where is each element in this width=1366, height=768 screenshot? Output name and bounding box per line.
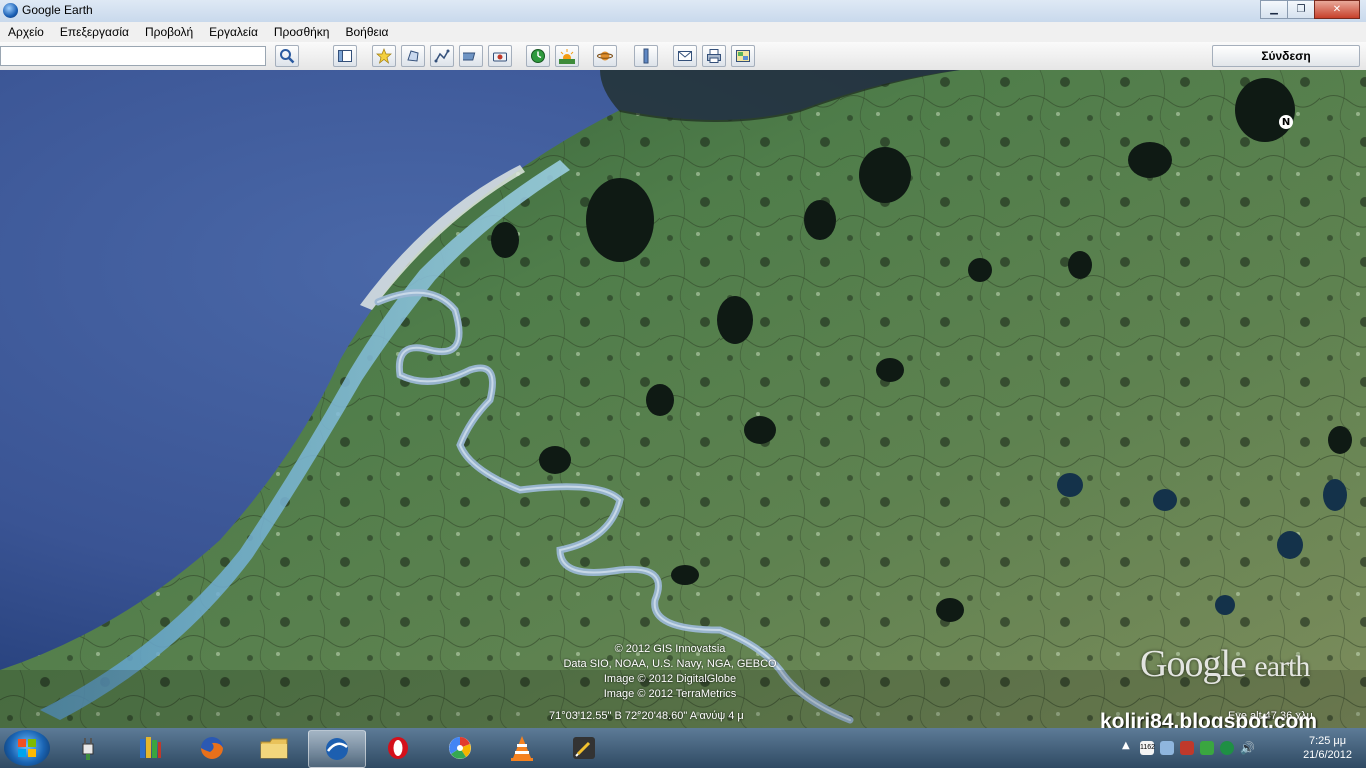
polygon-icon <box>407 50 419 62</box>
taskbar-app-picasa[interactable] <box>432 730 488 766</box>
taskbar-app-plugin[interactable] <box>60 730 116 766</box>
menu-view[interactable]: Προβολή <box>137 25 201 39</box>
sidebar-icon <box>338 50 352 62</box>
map-icon <box>736 50 750 62</box>
record-tour-button[interactable] <box>488 45 512 67</box>
menu-help[interactable]: Βοήθεια <box>337 25 396 39</box>
taskbar: ▲ 1162 🔊 7:25 μμ 21/6/2012 <box>0 728 1366 768</box>
ruler-button[interactable] <box>634 45 658 67</box>
attribution-line: Image © 2012 DigitalGlobe <box>603 673 737 685</box>
opera-icon <box>388 737 408 759</box>
system-tray: ▲ 1162 🔊 7:25 μμ 21/6/2012 <box>1106 728 1366 768</box>
taskbar-app-books[interactable] <box>122 730 178 766</box>
clock-icon <box>531 49 545 63</box>
vlc-icon <box>511 736 533 761</box>
antivirus-icon[interactable] <box>1180 741 1194 755</box>
attribution-line: Data SIO, NOAA, U.S. Navy, NGA, GEBCO <box>563 658 777 670</box>
clock[interactable]: 7:25 μμ 21/6/2012 <box>1303 734 1352 762</box>
add-placemark-button[interactable] <box>372 45 396 67</box>
update-icon[interactable] <box>1200 741 1214 755</box>
imagery-attribution: © 2012 GIS Innovatsia Data SIO, NOAA, U.… <box>520 642 820 702</box>
tray-badge[interactable]: 1162 <box>1140 741 1155 755</box>
volume-icon[interactable]: 🔊 <box>1240 741 1255 755</box>
taskbar-app-firefox[interactable] <box>184 730 240 766</box>
email-icon <box>678 51 692 61</box>
google-earth-icon <box>326 738 348 760</box>
google-earth-icon <box>3 3 18 18</box>
start-button[interactable] <box>4 730 50 766</box>
window-controls: ▁ ❐ ✕ <box>1260 0 1360 19</box>
windows-logo-icon <box>18 739 36 757</box>
earth-viewport[interactable]: Ν © 2012 GIS Innovatsia Data SIO, NOAA, … <box>0 70 1366 728</box>
menu-edit[interactable]: Επεξεργασία <box>52 25 137 39</box>
taskbar-app-vlc[interactable] <box>494 730 550 766</box>
google-earth-logo: Google earth <box>1140 642 1310 686</box>
editor-icon <box>573 737 595 759</box>
coordinates-readout: 71°03'12.55" Β 72°20'48.60" Α ανύψ 4 μ <box>549 710 744 722</box>
picasa-icon <box>449 737 471 759</box>
search-icon <box>280 49 295 64</box>
camera-icon <box>493 52 507 62</box>
plugin-icon <box>82 738 94 760</box>
sun-icon <box>559 49 575 64</box>
menu-file[interactable]: Αρχείο <box>0 25 52 39</box>
maximize-button[interactable]: ❐ <box>1287 0 1315 19</box>
email-button[interactable] <box>673 45 697 67</box>
books-icon <box>140 737 161 758</box>
taskbar-app-editor[interactable] <box>556 730 612 766</box>
print-icon <box>707 49 721 63</box>
print-button[interactable] <box>702 45 726 67</box>
taskbar-app-google-earth[interactable] <box>308 730 366 768</box>
close-button[interactable]: ✕ <box>1314 0 1360 19</box>
minimize-button[interactable]: ▁ <box>1260 0 1288 19</box>
ruler-icon <box>643 48 649 64</box>
firefox-icon <box>201 737 223 759</box>
show-hidden-icons[interactable]: ▲ <box>1122 740 1130 751</box>
planet-icon <box>597 51 613 61</box>
window-title: Google Earth <box>22 3 93 17</box>
add-path-button[interactable] <box>430 45 454 67</box>
network-icon[interactable] <box>1160 741 1174 755</box>
add-overlay-button[interactable] <box>459 45 483 67</box>
satellite-imagery <box>0 70 1366 728</box>
attribution-line: Image © 2012 TerraMetrics <box>603 688 737 700</box>
clock-time: 7:25 μμ <box>1308 735 1347 747</box>
blog-watermark: koliri84.blogspot.com <box>1100 710 1318 728</box>
sign-in-button[interactable]: Σύνδεση <box>1212 45 1360 67</box>
image-overlay-icon <box>463 52 476 61</box>
sunlight-button[interactable] <box>555 45 579 67</box>
north-indicator[interactable]: Ν <box>1279 115 1293 129</box>
logo-product: earth <box>1254 650 1310 683</box>
folder-icon <box>260 738 288 759</box>
clock-date: 21/6/2012 <box>1303 749 1352 761</box>
torrent-icon[interactable] <box>1220 741 1234 755</box>
search-button[interactable] <box>275 45 299 67</box>
placemark-icon <box>376 48 392 64</box>
menu-tools[interactable]: Εργαλεία <box>201 25 266 39</box>
sidebar-toggle-button[interactable] <box>333 45 357 67</box>
taskbar-app-opera[interactable] <box>370 730 426 766</box>
menu-add[interactable]: Προσθήκη <box>266 25 338 39</box>
add-polygon-button[interactable] <box>401 45 425 67</box>
view-in-maps-button[interactable] <box>731 45 755 67</box>
menu-bar: Αρχείο Επεξεργασία Προβολή Εργαλεία Προσ… <box>0 22 1366 42</box>
attribution-line: © 2012 GIS Innovatsia <box>614 643 726 655</box>
logo-brand: Google <box>1140 643 1247 685</box>
taskbar-app-explorer[interactable] <box>246 730 302 766</box>
historical-imagery-button[interactable] <box>526 45 550 67</box>
title-bar: Google Earth ▁ ❐ ✕ <box>0 0 1366 23</box>
search-input[interactable] <box>0 46 266 66</box>
switch-planet-button[interactable] <box>593 45 617 67</box>
toolbar: Σύνδεση <box>0 42 1366 71</box>
path-icon <box>434 49 450 63</box>
